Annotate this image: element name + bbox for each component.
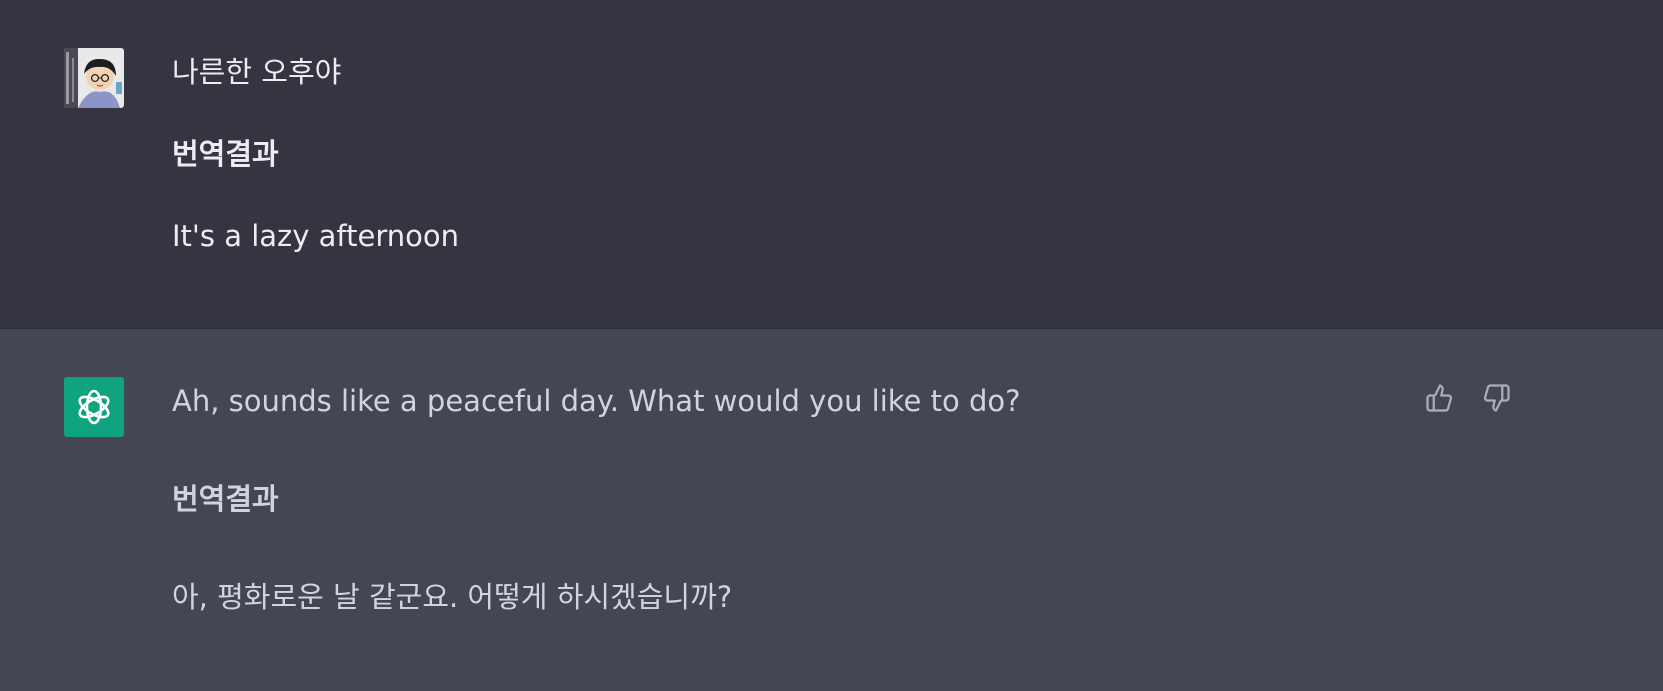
assistant-message: Ah, sounds like a peaceful day. What wou… bbox=[0, 329, 1663, 691]
assistant-message-content: Ah, sounds like a peaceful day. What wou… bbox=[172, 381, 1472, 617]
user-translation-text: It's a lazy afternoon bbox=[172, 219, 459, 253]
user-message-original: 나른한 오후야 bbox=[172, 55, 342, 89]
user-avatar bbox=[64, 48, 124, 108]
assistant-translation-heading: 번역결과 bbox=[172, 482, 279, 516]
openai-logo-icon bbox=[78, 389, 110, 425]
assistant-avatar bbox=[64, 377, 124, 437]
chat-thread: 나른한 오후야 번역결과 It's a lazy afternoon Ah, s… bbox=[0, 0, 1663, 691]
thumbs-up-icon bbox=[1426, 384, 1453, 412]
user-avatar-image bbox=[64, 48, 124, 108]
user-message-content: 나른한 오후야 번역결과 It's a lazy afternoon bbox=[172, 52, 1472, 256]
thumbs-down-icon bbox=[1483, 384, 1510, 412]
thumbs-down-button[interactable] bbox=[1479, 381, 1513, 415]
user-translation-heading: 번역결과 bbox=[172, 137, 279, 171]
assistant-translation-text: 아, 평화로운 날 같군요. 어떻게 하시겠습니까? bbox=[172, 580, 733, 614]
feedback-buttons bbox=[1423, 381, 1513, 415]
thumbs-up-button[interactable] bbox=[1423, 381, 1457, 415]
assistant-message-original: Ah, sounds like a peaceful day. What wou… bbox=[172, 384, 1021, 418]
user-message: 나른한 오후야 번역결과 It's a lazy afternoon bbox=[0, 0, 1663, 329]
